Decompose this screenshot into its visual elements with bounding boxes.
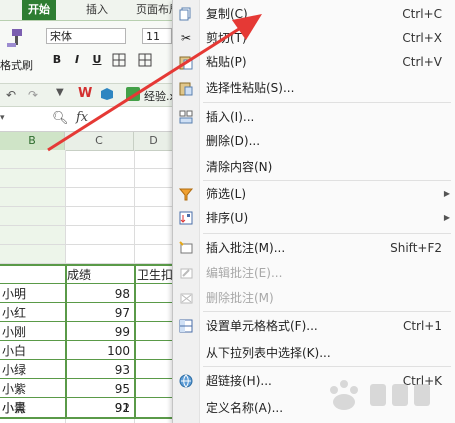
annotation-arrow-icon	[47, 14, 262, 152]
watermark-logo-icon	[330, 380, 430, 410]
